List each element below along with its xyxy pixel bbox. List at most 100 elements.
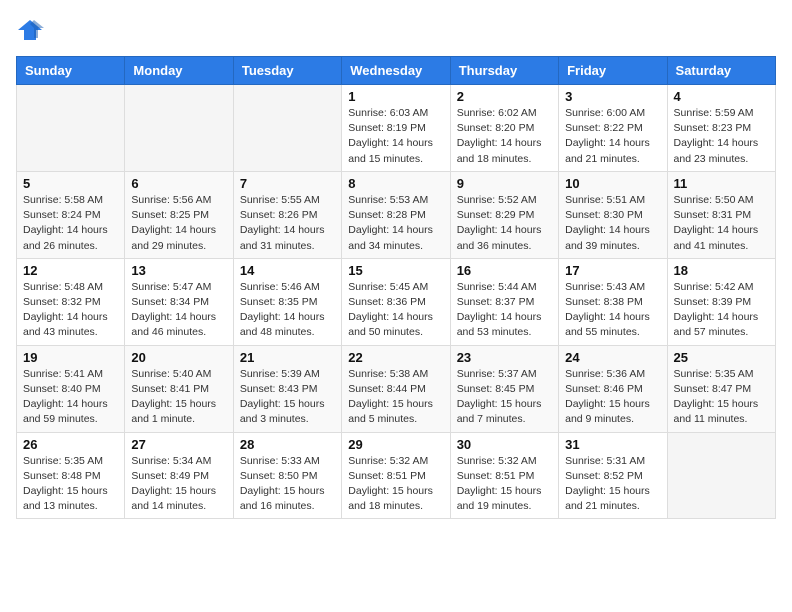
day-info: Sunrise: 5:45 AM Sunset: 8:36 PM Dayligh… [348, 280, 443, 341]
day-number: 10 [565, 176, 660, 191]
day-info: Sunrise: 5:58 AM Sunset: 8:24 PM Dayligh… [23, 193, 118, 254]
day-number: 8 [348, 176, 443, 191]
calendar-cell: 1Sunrise: 6:03 AM Sunset: 8:19 PM Daylig… [342, 85, 450, 172]
day-number: 11 [674, 176, 769, 191]
day-info: Sunrise: 5:50 AM Sunset: 8:31 PM Dayligh… [674, 193, 769, 254]
day-number: 22 [348, 350, 443, 365]
day-info: Sunrise: 5:35 AM Sunset: 8:47 PM Dayligh… [674, 367, 769, 428]
calendar-cell: 22 Sunrise: 5:38 AM Sunset: 8:44 PM Dayli… [342, 345, 450, 432]
day-info: Sunrise: 5:39 AM Sunset: 8:43 PM Dayligh… [240, 367, 335, 428]
calendar-header-row: SundayMondayTuesdayWednesdayThursdayFrid… [17, 57, 776, 85]
weekday-header-tuesday: Tuesday [233, 57, 341, 85]
day-number: 30 [457, 437, 552, 452]
day-number: 2 [457, 89, 552, 104]
day-number: 1 [348, 89, 443, 104]
day-number: 31 [565, 437, 660, 452]
calendar-cell [233, 85, 341, 172]
calendar-cell [125, 85, 233, 172]
day-number: 13 [131, 263, 226, 278]
calendar-week-5: 26Sunrise: 5:35 AM Sunset: 8:48 PM Dayli… [17, 432, 776, 519]
day-info: Sunrise: 5:59 AM Sunset: 8:23 PM Dayligh… [674, 106, 769, 167]
day-info: Sunrise: 5:40 AM Sunset: 8:41 PM Dayligh… [131, 367, 226, 428]
day-info: Sunrise: 5:42 AM Sunset: 8:39 PM Dayligh… [674, 280, 769, 341]
day-number: 3 [565, 89, 660, 104]
calendar-cell: 25Sunrise: 5:35 AM Sunset: 8:47 PM Dayli… [667, 345, 775, 432]
day-number: 5 [23, 176, 118, 191]
weekday-header-friday: Friday [559, 57, 667, 85]
weekday-header-thursday: Thursday [450, 57, 558, 85]
day-number: 27 [131, 437, 226, 452]
day-number: 21 [240, 350, 335, 365]
calendar-cell: 21 Sunrise: 5:39 AM Sunset: 8:43 PM Dayli… [233, 345, 341, 432]
day-number: 20 [131, 350, 226, 365]
day-info: Sunrise: 5:48 AM Sunset: 8:32 PM Dayligh… [23, 280, 118, 341]
calendar-week-2: 5 Sunrise: 5:58 AM Sunset: 8:24 PM Daylig… [17, 171, 776, 258]
day-info: Sunrise: 5:46 AM Sunset: 8:35 PM Dayligh… [240, 280, 335, 341]
day-info: Sunrise: 5:55 AM Sunset: 8:26 PM Dayligh… [240, 193, 335, 254]
calendar-cell: 27 Sunrise: 5:34 AM Sunset: 8:49 PM Dayli… [125, 432, 233, 519]
day-number: 24 [565, 350, 660, 365]
day-number: 14 [240, 263, 335, 278]
day-info: Sunrise: 5:33 AM Sunset: 8:50 PM Dayligh… [240, 454, 335, 515]
day-number: 29 [348, 437, 443, 452]
day-info: Sunrise: 5:38 AM Sunset: 8:44 PM Dayligh… [348, 367, 443, 428]
calendar-cell: 7Sunrise: 5:55 AM Sunset: 8:26 PM Daylig… [233, 171, 341, 258]
day-info: Sunrise: 5:53 AM Sunset: 8:28 PM Dayligh… [348, 193, 443, 254]
weekday-header-saturday: Saturday [667, 57, 775, 85]
calendar-cell: 2 Sunrise: 6:02 AM Sunset: 8:20 PM Daylig… [450, 85, 558, 172]
calendar-cell: 26Sunrise: 5:35 AM Sunset: 8:48 PM Dayli… [17, 432, 125, 519]
calendar-cell: 30 Sunrise: 5:32 AM Sunset: 8:51 PM Dayli… [450, 432, 558, 519]
calendar-cell: 4Sunrise: 5:59 AM Sunset: 8:23 PM Daylig… [667, 85, 775, 172]
calendar-cell [17, 85, 125, 172]
calendar-cell: 31 Sunrise: 5:31 AM Sunset: 8:52 PM Dayli… [559, 432, 667, 519]
logo [16, 16, 48, 44]
day-number: 19 [23, 350, 118, 365]
weekday-header-monday: Monday [125, 57, 233, 85]
day-number: 28 [240, 437, 335, 452]
day-info: Sunrise: 5:34 AM Sunset: 8:49 PM Dayligh… [131, 454, 226, 515]
day-info: Sunrise: 5:31 AM Sunset: 8:52 PM Dayligh… [565, 454, 660, 515]
calendar-cell: 13 Sunrise: 5:47 AM Sunset: 8:34 PM Dayli… [125, 258, 233, 345]
calendar-week-4: 19 Sunrise: 5:41 AM Sunset: 8:40 PM Dayli… [17, 345, 776, 432]
day-info: Sunrise: 5:43 AM Sunset: 8:38 PM Dayligh… [565, 280, 660, 341]
day-info: Sunrise: 5:32 AM Sunset: 8:51 PM Dayligh… [457, 454, 552, 515]
calendar-cell: 14 Sunrise: 5:46 AM Sunset: 8:35 PM Dayli… [233, 258, 341, 345]
day-number: 18 [674, 263, 769, 278]
day-info: Sunrise: 5:36 AM Sunset: 8:46 PM Dayligh… [565, 367, 660, 428]
calendar-cell: 17 Sunrise: 5:43 AM Sunset: 8:38 PM Dayli… [559, 258, 667, 345]
calendar-cell: 11 Sunrise: 5:50 AM Sunset: 8:31 PM Dayli… [667, 171, 775, 258]
day-number: 16 [457, 263, 552, 278]
calendar-cell: 3Sunrise: 6:00 AM Sunset: 8:22 PM Daylig… [559, 85, 667, 172]
day-info: Sunrise: 5:47 AM Sunset: 8:34 PM Dayligh… [131, 280, 226, 341]
calendar-cell [667, 432, 775, 519]
calendar-cell: 6 Sunrise: 5:56 AM Sunset: 8:25 PM Daylig… [125, 171, 233, 258]
calendar-week-3: 12Sunrise: 5:48 AM Sunset: 8:32 PM Dayli… [17, 258, 776, 345]
calendar-week-1: 1Sunrise: 6:03 AM Sunset: 8:19 PM Daylig… [17, 85, 776, 172]
calendar-cell: 12Sunrise: 5:48 AM Sunset: 8:32 PM Dayli… [17, 258, 125, 345]
day-info: Sunrise: 5:44 AM Sunset: 8:37 PM Dayligh… [457, 280, 552, 341]
calendar-cell: 24 Sunrise: 5:36 AM Sunset: 8:46 PM Dayli… [559, 345, 667, 432]
calendar-cell: 16 Sunrise: 5:44 AM Sunset: 8:37 PM Dayli… [450, 258, 558, 345]
day-number: 17 [565, 263, 660, 278]
page-header [16, 16, 776, 44]
day-info: Sunrise: 5:56 AM Sunset: 8:25 PM Dayligh… [131, 193, 226, 254]
calendar-cell: 10 Sunrise: 5:51 AM Sunset: 8:30 PM Dayli… [559, 171, 667, 258]
day-info: Sunrise: 6:02 AM Sunset: 8:20 PM Dayligh… [457, 106, 552, 167]
day-info: Sunrise: 5:35 AM Sunset: 8:48 PM Dayligh… [23, 454, 118, 515]
day-number: 6 [131, 176, 226, 191]
day-info: Sunrise: 5:51 AM Sunset: 8:30 PM Dayligh… [565, 193, 660, 254]
weekday-header-wednesday: Wednesday [342, 57, 450, 85]
calendar-cell: 28 Sunrise: 5:33 AM Sunset: 8:50 PM Dayli… [233, 432, 341, 519]
day-info: Sunrise: 5:41 AM Sunset: 8:40 PM Dayligh… [23, 367, 118, 428]
calendar-cell: 20 Sunrise: 5:40 AM Sunset: 8:41 PM Dayli… [125, 345, 233, 432]
calendar-cell: 23Sunrise: 5:37 AM Sunset: 8:45 PM Dayli… [450, 345, 558, 432]
day-number: 15 [348, 263, 443, 278]
calendar-table: SundayMondayTuesdayWednesdayThursdayFrid… [16, 56, 776, 519]
weekday-header-sunday: Sunday [17, 57, 125, 85]
calendar-cell: 5 Sunrise: 5:58 AM Sunset: 8:24 PM Daylig… [17, 171, 125, 258]
calendar-cell: 19 Sunrise: 5:41 AM Sunset: 8:40 PM Dayli… [17, 345, 125, 432]
calendar-cell: 29Sunrise: 5:32 AM Sunset: 8:51 PM Dayli… [342, 432, 450, 519]
calendar-cell: 18 Sunrise: 5:42 AM Sunset: 8:39 PM Dayli… [667, 258, 775, 345]
day-number: 9 [457, 176, 552, 191]
logo-icon [16, 16, 44, 44]
